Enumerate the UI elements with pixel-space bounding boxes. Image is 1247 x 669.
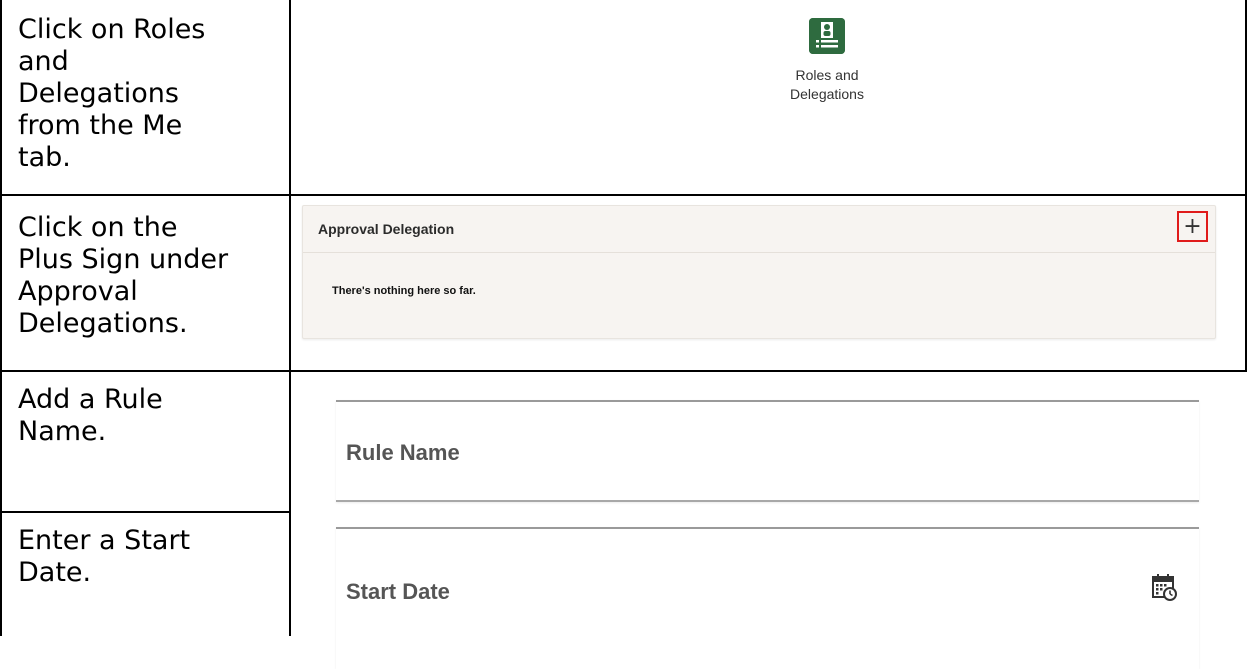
step-content: Rule Name [292, 372, 1247, 511]
step-row: Enter a Start Date. Start Date [0, 513, 1247, 669]
step-row: Add a Rule Name. Rule Name [0, 372, 1247, 511]
panel-title: Approval Delegation [318, 221, 455, 237]
roles-and-delegations-tile[interactable]: Roles and Delegations [762, 18, 892, 104]
step-instruction: Click on Roles and Delegations from the … [18, 14, 206, 173]
rule-name-field[interactable]: Rule Name [336, 400, 1199, 502]
start-date-field[interactable]: Start Date [336, 527, 1199, 669]
contact-card-icon [809, 18, 845, 54]
step-instruction: Enter a Start Date. [18, 525, 191, 588]
panel-header: Approval Delegation + [303, 206, 1215, 253]
tile-label: Roles and Delegations [790, 67, 864, 102]
step-instruction: Add a Rule Name. [18, 384, 163, 447]
approval-delegation-panel: Approval Delegation + There's nothing he… [302, 205, 1216, 339]
rule-name-label: Rule Name [346, 440, 460, 465]
step-content: Roles and Delegations [292, 0, 1247, 194]
step-row: Click on Roles and Delegations from the … [0, 0, 1247, 194]
instruction-table: Click on Roles and Delegations from the … [0, 0, 1247, 669]
empty-state-text: There's nothing here so far. [332, 285, 476, 297]
step-content: Approval Delegation + There's nothing he… [292, 196, 1247, 370]
calendar-clock-icon[interactable] [1151, 573, 1177, 601]
start-date-label: Start Date [346, 579, 450, 604]
step-instruction: Click on the Plus Sign under Approval De… [18, 212, 229, 339]
step-content: Start Date [292, 513, 1247, 669]
step-row: Click on the Plus Sign under Approval De… [0, 196, 1247, 370]
add-delegation-button[interactable]: + [1177, 211, 1208, 242]
